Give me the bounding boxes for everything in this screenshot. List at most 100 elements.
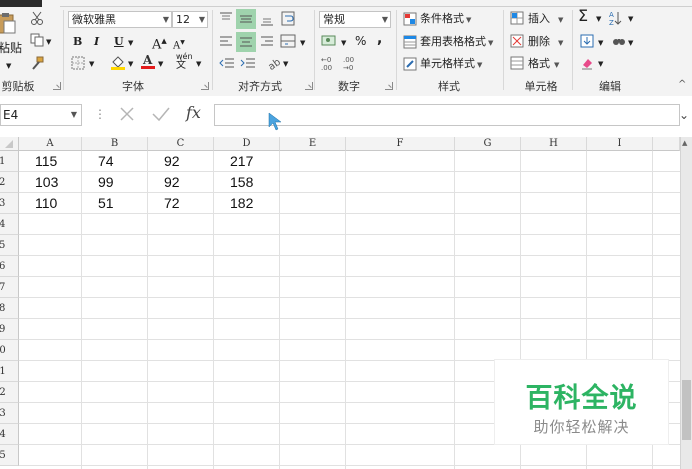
column-header[interactable]: B (82, 137, 148, 151)
orientation-icon[interactable]: ab (266, 55, 283, 74)
row-header[interactable]: 9 (0, 319, 19, 340)
row-header[interactable]: 10 (0, 340, 19, 361)
delete-cells-icon[interactable] (510, 34, 526, 51)
alignment-launcher-icon[interactable] (305, 82, 313, 90)
find-select-dropdown-arrow[interactable]: ▼ (628, 35, 633, 51)
confirm-entry-icon[interactable] (150, 104, 172, 127)
wrap-text-icon[interactable] (281, 11, 297, 30)
align-middle-icon[interactable] (236, 9, 256, 29)
autosum-dropdown-arrow[interactable]: ▼ (596, 11, 601, 27)
expand-formula-bar-icon[interactable]: ⌄ (679, 108, 689, 122)
copy-icon[interactable] (30, 33, 44, 50)
underline-button[interactable]: U (114, 34, 124, 50)
row-header[interactable]: 8 (0, 298, 19, 319)
row-header[interactable]: 11 (0, 361, 19, 382)
border-dropdown-arrow[interactable]: ▼ (89, 56, 94, 72)
sort-filter-dropdown-arrow[interactable]: ▼ (628, 11, 633, 27)
autosum-icon[interactable]: Σ (578, 8, 588, 24)
insert-button[interactable]: 插入 ▼ (528, 11, 563, 28)
scrollbar-thumb[interactable] (682, 380, 691, 440)
row-header[interactable]: 3 (0, 193, 19, 214)
column-header[interactable]: F (346, 137, 455, 151)
font-launcher-icon[interactable] (201, 82, 209, 90)
row-header[interactable]: 12 (0, 382, 19, 403)
column-header[interactable]: G (455, 137, 521, 151)
grow-font-button[interactable]: A▲ (152, 33, 167, 53)
font-size-combo[interactable]: 12 ▼ (172, 11, 208, 28)
font-name-combo[interactable]: 微软雅黑 ▼ (68, 11, 172, 28)
cell-value[interactable]: 110 (35, 195, 57, 211)
cell-value[interactable]: 217 (230, 153, 253, 169)
align-left-icon[interactable] (219, 35, 233, 52)
increase-decimal-icon[interactable]: ←0.00 (321, 55, 339, 74)
delete-button[interactable]: 删除 ▼ (528, 34, 563, 51)
decrease-decimal-icon[interactable]: .00 →0 (343, 55, 361, 74)
format-painter-icon[interactable] (30, 56, 44, 73)
column-header[interactable]: H (521, 137, 587, 151)
cell-value[interactable]: 115 (35, 153, 57, 169)
row-header[interactable]: 7 (0, 277, 19, 298)
row-header[interactable]: 14 (0, 424, 19, 445)
font-color-icon[interactable]: A (140, 53, 156, 73)
cell-value[interactable]: 158 (230, 174, 253, 190)
format-as-table-button[interactable]: 套用表格格式 ▼ (420, 34, 493, 51)
insert-function-button[interactable]: fx (186, 103, 201, 122)
number-launcher-icon[interactable] (385, 82, 393, 90)
column-header[interactable]: I (587, 137, 653, 151)
paste-dropdown-arrow[interactable]: ▼ (6, 58, 11, 74)
clipboard-launcher-icon[interactable] (53, 82, 61, 90)
cell-value[interactable]: 182 (230, 195, 253, 211)
cell-value[interactable]: 92 (164, 174, 180, 190)
sort-filter-icon[interactable]: AZ (609, 10, 627, 29)
collapse-ribbon-icon[interactable]: ^ (678, 77, 686, 93)
merge-center-icon[interactable] (280, 34, 296, 53)
find-select-icon[interactable] (611, 33, 627, 52)
scroll-up-arrow-icon[interactable]: ▲ (682, 139, 687, 147)
merge-dropdown-arrow[interactable]: ▼ (300, 35, 305, 51)
copy-dropdown-arrow[interactable]: ▼ (46, 34, 51, 50)
fill-icon[interactable] (580, 34, 594, 51)
conditional-format-button[interactable]: 条件格式 ▼ (420, 11, 471, 28)
conditional-format-icon[interactable] (403, 12, 417, 29)
cell-value[interactable]: 74 (98, 153, 114, 169)
cell-value[interactable]: 99 (98, 174, 114, 190)
row-header[interactable]: 13 (0, 403, 19, 424)
select-all-corner[interactable] (0, 137, 19, 151)
align-right-icon[interactable] (260, 35, 274, 52)
align-top-icon[interactable] (219, 12, 233, 29)
phonetic-dropdown-arrow[interactable]: ▼ (196, 56, 201, 72)
cell-value[interactable]: 72 (164, 195, 180, 211)
format-cells-icon[interactable] (510, 56, 526, 73)
paste-icon[interactable] (0, 12, 16, 34)
column-header[interactable] (653, 137, 680, 151)
accounting-format-icon[interactable] (321, 34, 337, 51)
cell-value[interactable]: 103 (35, 174, 58, 190)
column-header[interactable]: D (214, 137, 280, 151)
formula-bar-grip-icon[interactable]: ⋮ (94, 107, 106, 121)
cell-value[interactable]: 92 (164, 153, 180, 169)
border-icon[interactable] (71, 56, 85, 73)
column-header[interactable]: C (148, 137, 214, 151)
row-header[interactable]: 6 (0, 256, 19, 277)
clear-dropdown-arrow[interactable]: ▼ (598, 56, 603, 72)
font-color-dropdown-arrow[interactable]: ▼ (158, 56, 163, 72)
fill-dropdown-arrow[interactable]: ▼ (598, 35, 603, 51)
comma-button[interactable]: , (377, 31, 382, 47)
phonetic-button[interactable]: wén 文 (176, 52, 193, 71)
insert-cells-icon[interactable] (510, 11, 526, 28)
accounting-dropdown-arrow[interactable]: ▼ (341, 35, 346, 51)
column-header[interactable]: E (280, 137, 346, 151)
row-header[interactable]: 15 (0, 445, 19, 466)
paste-button[interactable]: 粘贴 (0, 40, 22, 56)
bold-button[interactable]: B (73, 34, 82, 50)
percent-button[interactable]: % (355, 33, 366, 49)
row-header[interactable]: 5 (0, 235, 19, 256)
file-tab[interactable] (0, 0, 42, 7)
orientation-dropdown-arrow[interactable]: ▼ (283, 56, 288, 72)
decrease-indent-icon[interactable] (219, 57, 235, 74)
increase-indent-icon[interactable] (240, 57, 256, 74)
name-box[interactable]: E4 ▼ (0, 104, 82, 126)
cancel-entry-icon[interactable] (117, 104, 137, 127)
cell-styles-button[interactable]: 单元格样式 ▼ (420, 56, 482, 73)
clear-icon[interactable] (580, 56, 594, 73)
